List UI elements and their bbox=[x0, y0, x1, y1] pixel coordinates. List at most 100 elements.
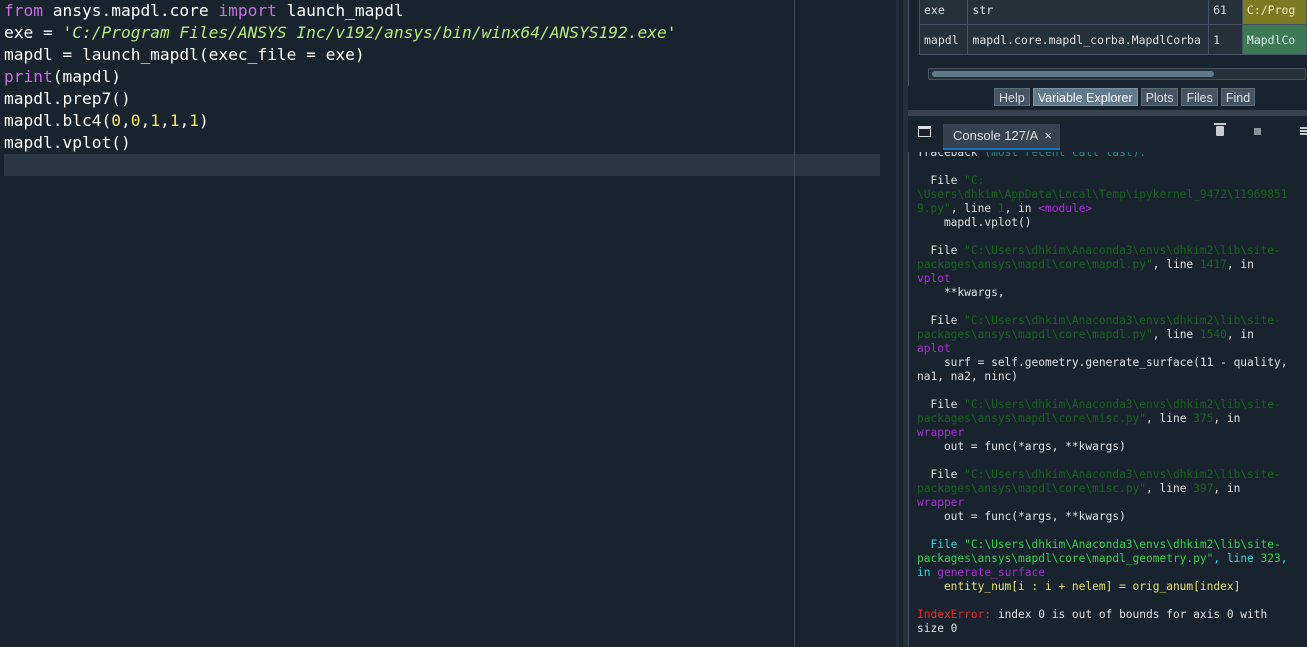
console-line: Traceback (most recent call last): bbox=[917, 152, 1146, 160]
current-line-highlight bbox=[4, 154, 880, 176]
console-line: vplot bbox=[917, 272, 951, 286]
code-token: packages\ansys\mapdl\core\misc.py" bbox=[917, 482, 1147, 495]
trash-icon[interactable] bbox=[1214, 123, 1226, 136]
console-line: out = func(*args, **kwargs) bbox=[917, 510, 1126, 524]
code-token: , bbox=[1280, 552, 1288, 565]
variable-table: exe str 61 C:/Prog mapdl mapdl.core.mapdl_cor… bbox=[918, 0, 1307, 55]
code-line[interactable]: mapdl.prep7() bbox=[4, 88, 131, 110]
code-token: File bbox=[917, 538, 965, 551]
code-line[interactable]: mapdl = launch_mapdl(exec_file = exe) bbox=[4, 44, 365, 66]
code-token: 397 bbox=[1193, 482, 1214, 495]
code-token: in bbox=[917, 566, 938, 579]
code-token: Traceback bbox=[917, 152, 985, 159]
code-token: print bbox=[4, 67, 53, 86]
console-line: size 0 bbox=[917, 622, 957, 636]
code-token: "C: bbox=[964, 174, 985, 187]
code-line[interactable]: from ansys.mapdl.core import launch_mapd… bbox=[4, 0, 404, 22]
hamburger-menu-icon[interactable] bbox=[1300, 127, 1307, 135]
console-line: aplot bbox=[917, 342, 951, 356]
stop-icon[interactable] bbox=[1254, 128, 1261, 135]
code-token: File bbox=[917, 244, 965, 257]
code-token: , in bbox=[1004, 202, 1039, 215]
variable-row[interactable]: mapdl mapdl.core.mapdl_corba.MapdlCorba 1 M… bbox=[918, 24, 1307, 55]
variable-name-cell: mapdl bbox=[918, 24, 969, 55]
code-editor[interactable]: from ansys.mapdl.core import launch_mapd… bbox=[0, 0, 896, 647]
tab-find[interactable]: Find bbox=[1220, 88, 1256, 106]
code-token: "C:\Users\dhkim\Anaconda3\envs\dhkim2\li… bbox=[964, 398, 1281, 411]
code-token: "C:\Users\dhkim\Anaconda3\envs\dhkim2\li… bbox=[964, 244, 1281, 257]
console-tab-label: Console 127/A bbox=[953, 128, 1039, 143]
code-token: 1 bbox=[189, 111, 199, 130]
console-line: wrapper bbox=[917, 496, 964, 510]
variable-type-cell: mapdl.core.mapdl_corba.MapdlCorba bbox=[967, 24, 1210, 55]
code-token: 323 bbox=[1260, 552, 1281, 565]
variable-size-cell: 1 bbox=[1208, 24, 1243, 55]
code-token: , line bbox=[1213, 552, 1261, 565]
code-token: , in bbox=[1213, 482, 1241, 495]
code-token: vplot bbox=[917, 272, 951, 285]
tab-plots[interactable]: Plots bbox=[1140, 88, 1179, 106]
code-token: exe = bbox=[4, 23, 63, 42]
code-line[interactable]: mapdl.blc4(0,0,1,1,1) bbox=[4, 110, 209, 132]
tab-help[interactable]: Help bbox=[994, 88, 1030, 106]
code-token: , line bbox=[950, 202, 998, 215]
code-token: import bbox=[218, 1, 277, 20]
close-icon[interactable]: × bbox=[1044, 124, 1052, 148]
console-line: packages\ansys\mapdl\core\misc.py", line… bbox=[917, 482, 1240, 496]
tab-files[interactable]: Files bbox=[1181, 88, 1218, 106]
horizontal-scrollbar[interactable] bbox=[928, 68, 1306, 80]
variable-value-cell: MapdlCo bbox=[1241, 24, 1307, 55]
code-token: packages\ansys\mapdl\core\mapdl.py" bbox=[917, 328, 1153, 341]
right-pane: exe str 61 C:/Prog mapdl mapdl.core.mapdl_cor… bbox=[908, 0, 1307, 647]
console-line: File "C:\Users\dhkim\Anaconda3\envs\dhki… bbox=[917, 468, 1280, 482]
code-token: **kwargs, bbox=[917, 286, 1005, 299]
code-token: packages\ansys\mapdl\core\mapdl_geometry… bbox=[917, 552, 1214, 565]
variable-explorer-pane: exe str 61 C:/Prog mapdl mapdl.core.mapdl_cor… bbox=[908, 0, 1307, 86]
code-token: out = func(*args, **kwargs) bbox=[917, 440, 1126, 453]
code-token: 0 bbox=[130, 111, 141, 130]
code-token: index 0 is out of bounds for axis 0 with bbox=[991, 608, 1268, 621]
code-line[interactable]: exe = 'C:/Program Files/ANSYS Inc/v192/a… bbox=[4, 22, 676, 44]
code-token: 1417 bbox=[1199, 258, 1227, 271]
code-token: mapdl.vplot() bbox=[4, 133, 131, 152]
console-line: wrapper bbox=[917, 426, 964, 440]
variable-row[interactable]: exe str 61 C:/Prog bbox=[918, 0, 1307, 25]
code-token: wrapper bbox=[917, 496, 965, 509]
edge-line-marker bbox=[794, 0, 795, 647]
code-token: launch_mapdl bbox=[276, 1, 404, 20]
console-line: File "C:\Users\dhkim\Anaconda3\envs\dhki… bbox=[917, 244, 1281, 258]
console-output[interactable]: Traceback (most recent call last): File … bbox=[908, 152, 1307, 647]
code-token: File bbox=[917, 398, 965, 411]
console-line: packages\ansys\mapdl\core\mapdl.py", lin… bbox=[917, 328, 1254, 342]
code-token: from bbox=[4, 1, 43, 20]
pane-splitter[interactable] bbox=[896, 0, 908, 647]
console-header: Console 127/A × bbox=[908, 116, 1307, 152]
code-token: File bbox=[917, 174, 965, 187]
code-token: (most recent call last): bbox=[984, 152, 1147, 159]
tab-variable-explorer[interactable]: Variable Explorer bbox=[1032, 88, 1138, 106]
code-token: 1540 bbox=[1199, 328, 1227, 341]
code-token: , line bbox=[1146, 412, 1194, 425]
console-line: packages\ansys\mapdl\core\mapdl.py", lin… bbox=[917, 258, 1254, 272]
code-line[interactable]: mapdl.vplot() bbox=[4, 132, 131, 154]
code-token: 1 bbox=[150, 111, 160, 130]
console-line: surf = self.geometry.generate_surface(11… bbox=[917, 356, 1288, 370]
code-token: , in bbox=[1226, 328, 1254, 341]
code-token: entity_num[i : i + nelem] = orig_anum[in… bbox=[917, 580, 1241, 593]
window-icon[interactable] bbox=[918, 126, 931, 137]
code-token: mapdl.vplot() bbox=[917, 216, 1032, 229]
console-tab[interactable]: Console 127/A × bbox=[943, 124, 1060, 150]
variable-type-cell: str bbox=[967, 0, 1210, 25]
splitter-groove bbox=[899, 0, 903, 647]
console-line: entity_num[i : i + nelem] = orig_anum[in… bbox=[917, 580, 1240, 594]
console-line: File "C:\Users\dhkim\Anaconda3\envs\dhki… bbox=[917, 398, 1281, 412]
code-token: ansys.mapdl.core bbox=[42, 1, 219, 20]
pane-tab-bar: Help Variable Explorer Plots Files Find bbox=[994, 88, 1256, 106]
code-token: "C:\Users\dhkim\Anaconda3\envs\dhkim2\li… bbox=[964, 314, 1281, 327]
scrollbar-thumb[interactable] bbox=[932, 71, 1214, 77]
console-line: in generate_surface bbox=[917, 566, 1045, 580]
console-line: \Users\dhkim\AppData\Local\Temp\ipykerne… bbox=[917, 188, 1287, 202]
console-line: **kwargs, bbox=[917, 286, 1005, 300]
code-token: , line bbox=[1152, 258, 1200, 271]
code-line[interactable]: print(mapdl) bbox=[4, 66, 121, 88]
